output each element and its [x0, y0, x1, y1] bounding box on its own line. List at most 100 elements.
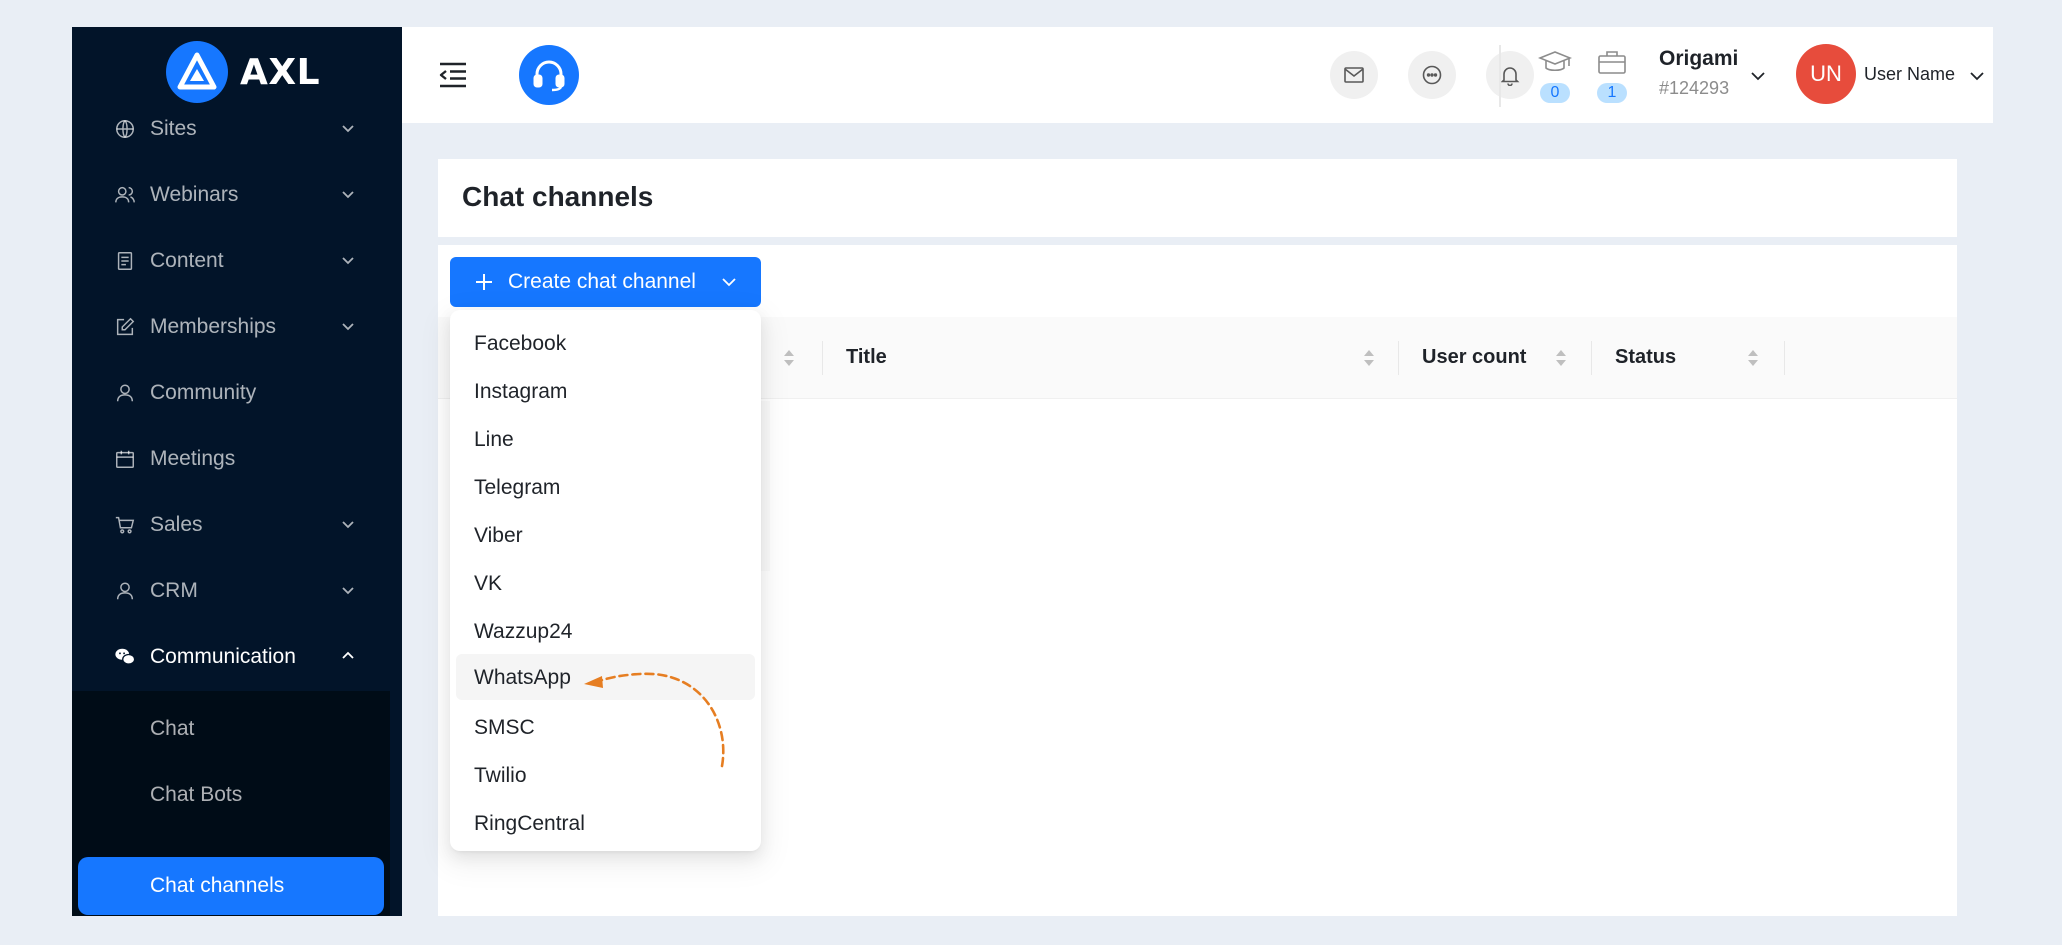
page-title: Chat channels [462, 181, 654, 212]
sidebar-item-sites[interactable]: Sites [72, 104, 402, 154]
dropdown-option-vk[interactable]: VK [456, 560, 755, 606]
option-label: Wazzup24 [474, 620, 573, 643]
sidebar-item-content[interactable]: Content [72, 236, 402, 286]
dropdown-option-wazzup24[interactable]: Wazzup24 [456, 608, 755, 654]
sidebar-item-label: Sales [150, 513, 203, 536]
sidebar-item-meetings[interactable]: Meetings [72, 434, 402, 484]
chevron-down-icon [342, 587, 354, 595]
sidebar-item-label: Webinars [150, 183, 239, 206]
sort-icon [1748, 350, 1758, 366]
calendar-icon [116, 450, 134, 468]
sidebar-item-community[interactable]: Community [72, 368, 402, 418]
dropdown-option-telegram[interactable]: Telegram [456, 464, 755, 510]
sidebar-item-label: Memberships [150, 315, 277, 338]
sort-icon [1556, 350, 1566, 366]
option-label: RingCentral [474, 812, 585, 835]
org-name: Origami [1659, 47, 1739, 70]
communication-submenu: Chat Chat Bots Chat channels [72, 691, 390, 916]
jobs-count-badge: 1 [1597, 83, 1627, 103]
wechat-icon [115, 648, 136, 665]
plus-icon [476, 274, 492, 290]
sidebar-item-memberships[interactable]: Memberships [72, 302, 402, 352]
sidebar-item-sales[interactable]: Sales [72, 500, 402, 550]
sidebar-item-label: Community [150, 381, 257, 404]
column-header-user-count[interactable]: User count [1399, 317, 1591, 399]
message-icon [1422, 65, 1442, 85]
courses-count-badge: 0 [1540, 83, 1570, 103]
chevron-down-icon [342, 191, 354, 199]
sidebar-item-label: Chat Bots [150, 783, 243, 806]
menu-fold-icon[interactable] [438, 61, 468, 89]
chevron-down-icon [342, 323, 354, 331]
cart-icon [115, 516, 135, 534]
create-button-label: Create chat channel [508, 270, 696, 293]
logo[interactable]: AXL [166, 41, 320, 103]
sidebar-item-chat-bots[interactable]: Chat Bots [72, 766, 390, 824]
column-label: User count [1422, 346, 1527, 368]
mail-icon [1344, 67, 1364, 83]
sidebar-item-communication[interactable]: Communication [72, 632, 402, 682]
sidebar-item-label: Chat channels [150, 874, 285, 897]
column-divider [1784, 341, 1785, 375]
dropdown-option-viber[interactable]: Viber [456, 512, 755, 558]
chevron-down-icon[interactable] [1968, 67, 1986, 85]
messages-button[interactable] [1408, 51, 1456, 99]
sidebar-item-label: Sites [150, 117, 197, 140]
dropdown-option-line[interactable]: Line [456, 416, 755, 462]
avatar[interactable]: UN [1796, 44, 1856, 104]
sidebar-item-chat-channels[interactable]: Chat channels [78, 857, 384, 915]
sort-icon [1364, 350, 1374, 366]
option-label: SMSC [474, 716, 535, 739]
sidebar-item-label: Content [150, 249, 224, 272]
column-label: Title [846, 346, 887, 368]
user-name[interactable]: User Name [1864, 64, 1955, 85]
jobs-stat[interactable]: 1 [1591, 49, 1631, 105]
create-chat-channel-button[interactable]: Create chat channel [450, 257, 761, 307]
globe-icon [116, 120, 134, 138]
column-header-title[interactable]: Title [823, 317, 1398, 399]
file-icon [117, 252, 133, 270]
dropdown-option-instagram[interactable]: Instagram [456, 368, 755, 414]
courses-stat[interactable]: 0 [1534, 49, 1574, 105]
page-header-card: Chat channels [438, 159, 1957, 237]
annotation-arrow-icon [584, 672, 725, 768]
option-label: Instagram [474, 380, 568, 403]
column-header-status[interactable]: Status [1592, 317, 1784, 399]
chevron-down-icon [342, 257, 354, 265]
user-icon [116, 384, 134, 402]
chevron-down-icon [722, 278, 736, 287]
notifications-button[interactable] [1486, 51, 1534, 99]
sort-icon [784, 350, 794, 366]
brand-name: AXL [240, 51, 321, 93]
users-icon [115, 186, 135, 203]
sidebar-item-webinars[interactable]: Webinars [72, 170, 402, 220]
graduation-cap-icon [1538, 51, 1572, 72]
edit-icon [116, 317, 135, 336]
sidebar-item-label: CRM [150, 579, 198, 602]
option-label: Twilio [474, 764, 527, 787]
option-label: Line [474, 428, 514, 451]
sidebar-item-chat[interactable]: Chat [72, 700, 390, 758]
option-label: Facebook [474, 332, 567, 355]
sidebar: AXL Sites Webinars Content Memberships C… [72, 27, 402, 916]
sidebar-item-label: Meetings [150, 447, 236, 470]
sidebar-item-crm[interactable]: CRM [72, 566, 402, 616]
option-label: Telegram [474, 476, 561, 499]
dropdown-option-facebook[interactable]: Facebook [456, 320, 755, 366]
sidebar-item-label: Chat [150, 717, 195, 740]
option-label: WhatsApp [474, 666, 571, 689]
option-label: Viber [474, 524, 523, 547]
mail-button[interactable] [1330, 51, 1378, 99]
bell-icon [1500, 67, 1520, 86]
chevron-down-icon[interactable] [1749, 67, 1767, 85]
header-divider [1499, 45, 1501, 107]
support-button[interactable] [519, 45, 579, 105]
top-header: 0 1 Origami #124293 UN User Name [402, 27, 1993, 123]
chevron-down-icon [342, 521, 354, 529]
column-label: Status [1615, 346, 1677, 368]
chevron-down-icon [342, 125, 354, 133]
dropdown-option-ringcentral[interactable]: RingCentral [456, 800, 755, 846]
org-id: #124293 [1659, 78, 1730, 98]
headset-icon [533, 60, 565, 92]
sidebar-item-label: Communication [150, 645, 296, 668]
